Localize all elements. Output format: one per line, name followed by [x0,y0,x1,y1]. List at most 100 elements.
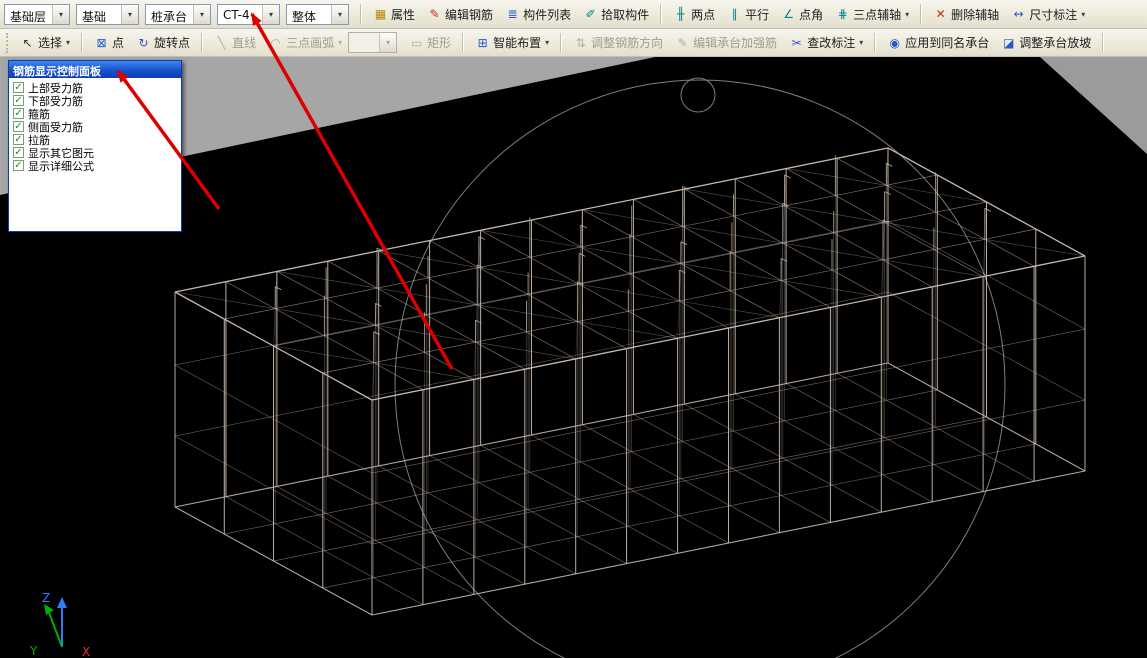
edit-rebar-button[interactable]: ✎ 编辑钢筋 [421,3,499,26]
element-name-value: CT-4 [218,5,262,24]
adjust-rebar-direction-button[interactable]: ⇅ 调整钢筋方向 [567,31,669,54]
panel-body: ✓ 上部受力筋 ✓ 下部受力筋 ✓ 箍筋 ✓ 侧面受力筋 ✓ 拉筋 ✓ 显示其它… [9,78,181,175]
pick-component-button[interactable]: ✐ 拾取构件 [577,3,655,26]
three-point-arc-button[interactable]: ◠ 三点画弧 ▾ [262,31,348,54]
checkbox-checked-icon[interactable]: ✓ [13,134,24,145]
toolbar-row-1: 基础层 ▾ 基础 ▾ 桩承台 ▾ CT-4 ▾ 整体 ▾ ▦ 属性 ✎ 编辑钢筋… [0,0,1147,29]
delete-aux-axis-icon: ✕ [933,7,948,21]
chevron-down-icon[interactable]: ▾ [379,33,396,52]
pile-cap-wireframe [175,148,1085,615]
select-cursor-icon: ↖ [20,36,35,50]
component-type-value: 桩承台 [146,5,193,24]
chevron-down-icon: ▾ [545,38,549,47]
svg-text:X: X [82,645,90,658]
chevron-down-icon: ▾ [1081,10,1085,19]
toolbar-separator [360,4,362,24]
delete-aux-axis-button[interactable]: ✕ 删除辅轴 [927,3,1005,26]
select-label: 选择 [38,34,62,51]
three-point-aux-axis-label: 三点辅轴 [853,6,901,23]
rotate-point-label: 旋转点 [154,34,190,51]
point-angle-axis-icon: ∠ [781,7,796,21]
ucs-axis-icon: ZYX [29,591,90,658]
point-angle-axis-label: 点角 [799,6,823,23]
toolbar-separator [1102,33,1104,52]
chevron-down-icon: ▾ [905,10,909,19]
chevron-down-icon: ▾ [66,38,70,47]
properties-button[interactable]: ▦ 属性 [367,3,421,26]
chevron-down-icon[interactable]: ▾ [121,5,138,24]
line-icon: ╲ [214,36,229,50]
toolbar-separator [81,33,83,52]
element-name-combo[interactable]: CT-4 ▾ [217,4,280,25]
line-button[interactable]: ╲ 直线 [208,31,262,54]
chevron-down-icon[interactable]: ▾ [331,5,348,24]
toolbar-separator [660,4,662,24]
toolbar-separator [560,33,562,52]
toolbar-row-2: ↖ 选择 ▾ ⊠ 点 ↻ 旋转点 ╲ 直线 ◠ 三点画弧 ▾ ▾ ▭ 矩形 ⊞ … [0,29,1147,57]
chevron-down-icon[interactable]: ▾ [193,5,210,24]
component-type-combo[interactable]: 桩承台 ▾ [145,4,211,25]
component-list-button[interactable]: ≣ 构件列表 [499,3,577,26]
three-point-aux-axis-button[interactable]: ⋕ 三点辅轴 ▾ [829,3,915,26]
chevron-down-icon: ▾ [859,38,863,47]
category-selector-combo[interactable]: 基础 ▾ [76,4,139,25]
toolbar-grip[interactable] [6,33,10,53]
panel-title-bar[interactable]: 钢筋显示控制面板 [9,61,181,78]
parallel-axis-icon: ∥ [727,7,742,21]
apply-to-same-name-cap-button[interactable]: ◉ 应用到同名承台 [881,31,995,54]
select-button[interactable]: ↖ 选择 ▾ [14,31,76,54]
smart-layout-label: 智能布置 [493,34,541,51]
view-mode-combo[interactable]: 整体 ▾ [286,4,349,25]
checkbox-checked-icon[interactable]: ✓ [13,147,24,158]
checkbox-checked-icon[interactable]: ✓ [13,82,24,93]
drawing-canvas[interactable]: ZYX 钢筋显示控制面板 ✓ 上部受力筋 ✓ 下部受力筋 ✓ 箍筋 ✓ 侧面受力… [0,57,1147,658]
chevron-down-icon[interactable]: ▾ [262,5,279,24]
arc-value-combo[interactable]: ▾ [348,32,397,53]
rotate-point-button[interactable]: ↻ 旋转点 [130,31,196,54]
component-list-label: 构件列表 [523,6,571,23]
properties-label: 属性 [391,6,415,23]
point-angle-axis-button[interactable]: ∠ 点角 [775,3,829,26]
floor-selector-combo[interactable]: 基础层 ▾ [4,4,70,25]
checkbox-checked-icon[interactable]: ✓ [13,95,24,106]
construction-circle [395,78,1005,658]
category-selector-value: 基础 [77,5,121,24]
properties-icon: ▦ [373,7,388,21]
dimension-button[interactable]: ↔ 尺寸标注 ▾ [1005,3,1091,26]
pick-component-icon: ✐ [583,7,598,21]
edit-cap-strengthen-rebar-label: 编辑承台加强筋 [693,34,777,51]
point-place-button[interactable]: ⊠ 点 [88,31,130,54]
checkbox-checked-icon[interactable]: ✓ [13,160,24,171]
check-annotation-label: 查改标注 [807,34,855,51]
three-point-aux-axis-icon: ⋕ [835,7,850,21]
adjust-cap-slope-icon: ◪ [1001,36,1016,50]
chevron-down-icon[interactable]: ▾ [52,5,69,24]
checkbox-checked-icon[interactable]: ✓ [13,121,24,132]
line-label: 直线 [232,34,256,51]
dimension-icon: ↔ [1011,7,1026,21]
smart-layout-button[interactable]: ⊞ 智能布置 ▾ [469,31,555,54]
three-point-arc-label: 三点画弧 [286,34,334,51]
checkbox-checked-icon[interactable]: ✓ [13,108,24,119]
toolbar-separator [201,33,203,52]
svg-text:Z: Z [42,591,50,605]
parallel-axis-button[interactable]: ∥ 平行 [721,3,775,26]
adjust-rebar-direction-label: 调整钢筋方向 [591,34,663,51]
edit-cap-strengthen-rebar-button[interactable]: ✎ 编辑承台加强筋 [669,31,783,54]
rebar-display-panel: 钢筋显示控制面板 ✓ 上部受力筋 ✓ 下部受力筋 ✓ 箍筋 ✓ 侧面受力筋 ✓ … [8,60,182,232]
dimension-label: 尺寸标注 [1029,6,1077,23]
check-annotation-button[interactable]: ✂ 查改标注 ▾ [783,31,869,54]
two-point-axis-icon: ╫ [673,7,688,21]
checkbox-label: 显示详细公式 [28,158,94,174]
toolbar-separator [462,33,464,52]
rectangle-button[interactable]: ▭ 矩形 [403,31,457,54]
adjust-cap-slope-button[interactable]: ◪ 调整承台放坡 [995,31,1097,54]
point-place-icon: ⊠ [94,36,109,50]
arc-value [349,33,379,52]
edit-rebar-label: 编辑钢筋 [445,6,493,23]
smart-layout-icon: ⊞ [475,36,490,50]
two-point-axis-button[interactable]: ╫ 两点 [667,3,721,26]
checkbox-row-show-detail-formula[interactable]: ✓ 显示详细公式 [11,159,179,172]
apply-to-same-name-cap-icon: ◉ [887,36,902,50]
two-point-axis-label: 两点 [691,6,715,23]
